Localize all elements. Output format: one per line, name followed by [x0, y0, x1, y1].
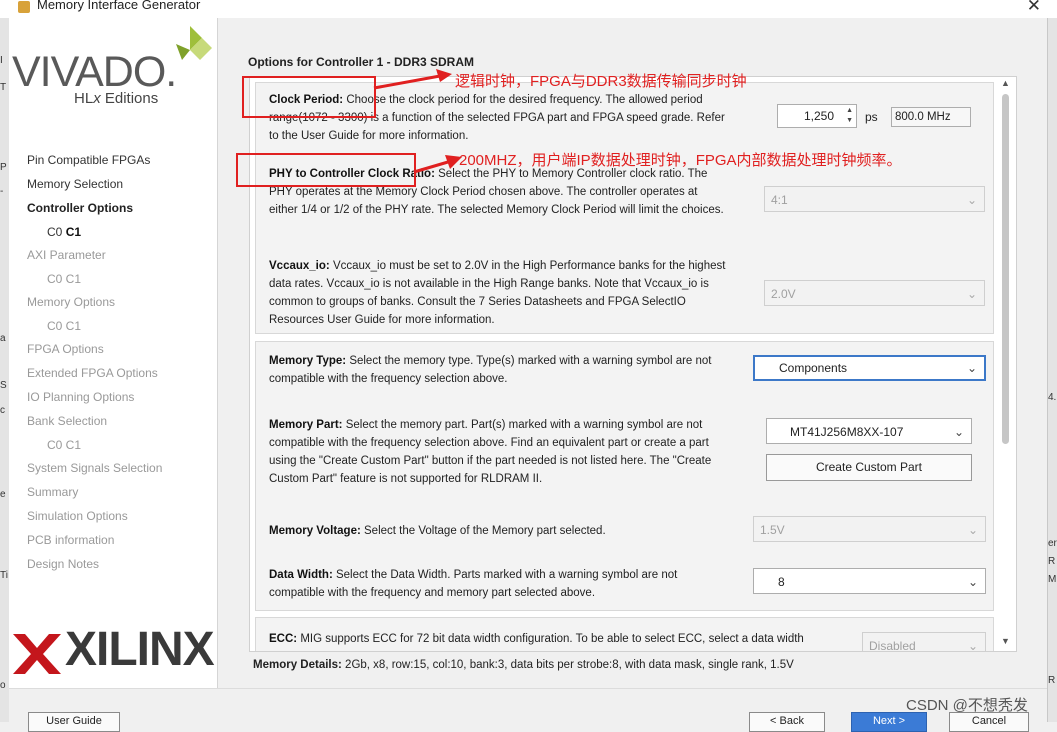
user-guide-button[interactable]: User Guide — [28, 712, 120, 732]
edge-fragment: e — [0, 489, 6, 500]
window-title: Memory Interface Generator — [37, 0, 201, 12]
edge-fragment: S — [0, 380, 7, 391]
spinner-arrows-icon[interactable]: ▲ ▼ — [846, 106, 853, 126]
chevron-down-icon: ⌄ — [953, 425, 964, 439]
close-icon[interactable]: ✕ — [1027, 0, 1041, 16]
vertical-scrollbar[interactable]: ▲ ▼ — [998, 76, 1014, 650]
nav-simulation-options[interactable]: Simulation Options — [27, 509, 162, 533]
back-button[interactable]: < Back — [749, 712, 825, 732]
edge-fragment: M — [1048, 574, 1057, 585]
edge-fragment: T — [0, 82, 7, 93]
next-button[interactable]: Next > — [851, 712, 927, 732]
edge-fragment: c — [0, 405, 5, 416]
clock-period-annotation: 逻辑时钟，FPGA与DDR3数据传输同步时钟 — [455, 73, 747, 90]
chevron-down-icon: ⌄ — [967, 523, 978, 537]
chevron-down-icon: ⌄ — [966, 361, 977, 375]
nav-summary[interactable]: Summary — [27, 485, 162, 509]
edge-fragment: - — [0, 186, 4, 197]
clock-period-unit: ps — [865, 110, 878, 124]
nav-memory-options-sub[interactable]: C0 C1 — [27, 319, 162, 342]
chevron-down-icon: ⌄ — [967, 575, 978, 589]
clock-frequency-readout: 800.0 MHz — [891, 107, 971, 127]
nav-pin-compatible-fpgas[interactable]: Pin Compatible FPGAs — [27, 153, 162, 177]
vivado-leaf-icon — [176, 26, 212, 60]
nav-axi-parameter-sub[interactable]: C0 C1 — [27, 272, 162, 295]
edge-fragment: er — [1048, 538, 1057, 549]
chevron-down-icon: ⌄ — [966, 287, 977, 301]
memory-type-select[interactable]: Components ⌄ — [753, 355, 986, 381]
memory-part-description: Memory Part: Select the memory part. Par… — [269, 419, 712, 485]
nav-extended-fpga-options[interactable]: Extended FPGA Options — [27, 366, 162, 390]
scroll-up-icon[interactable]: ▲ — [1001, 78, 1010, 88]
scroll-down-icon[interactable]: ▼ — [1001, 636, 1010, 646]
wizard-sidebar: VIVADO. HLx Editions Pin Compatible FPGA… — [9, 18, 218, 688]
nav-memory-options[interactable]: Memory Options — [27, 295, 162, 319]
scrollbar-thumb[interactable] — [1002, 94, 1009, 444]
nav-design-notes[interactable]: Design Notes — [27, 557, 162, 581]
vccaux-select[interactable]: 2.0V ⌄ — [764, 280, 985, 306]
cancel-button[interactable]: Cancel — [949, 712, 1029, 732]
edge-fragment: P — [0, 162, 7, 173]
memory-part-select[interactable]: MT41J256M8XX-107 ⌄ — [766, 418, 972, 444]
main-panel: Options for Controller 1 - DDR3 SDRAM Cl… — [218, 18, 1047, 688]
phy-ratio-highlight-box — [236, 153, 416, 187]
nav-system-signals-selection[interactable]: System Signals Selection — [27, 461, 162, 485]
ecc-description: ECC: MIG supports ECC for 72 bit data wi… — [269, 633, 804, 645]
chevron-down-icon: ⌄ — [966, 193, 977, 207]
phy-ratio-select[interactable]: 4:1 ⌄ — [764, 186, 985, 212]
edge-fragment: a — [0, 333, 6, 344]
edge-fragment: 4. — [1048, 392, 1057, 403]
edge-fragment: Ti — [0, 570, 8, 581]
data-width-select[interactable]: 8 ⌄ — [753, 568, 986, 594]
annotation-arrow-icon — [373, 69, 452, 90]
nav-pcb-information[interactable]: PCB information — [27, 533, 162, 557]
edge-fragment: R — [1048, 675, 1056, 686]
clock-period-highlight-box — [242, 76, 376, 118]
wizard-step-list: Pin Compatible FPGAs Memory Selection Co… — [27, 153, 162, 581]
clocking-group: Clock Period: Choose the clock period fo… — [255, 82, 994, 334]
memory-voltage-select[interactable]: 1.5V ⌄ — [753, 516, 986, 542]
edge-fragment: R — [1048, 556, 1056, 567]
edge-fragment: I — [0, 55, 3, 66]
ecc-select[interactable]: Disabled ⌄ — [862, 632, 986, 652]
ecc-group: ECC: MIG supports ECC for 72 bit data wi… — [255, 617, 994, 652]
xilinx-wordmark: XILINX — [65, 623, 215, 676]
memory-group: Memory Type: Select the memory type. Typ… — [255, 341, 994, 611]
phy-ratio-annotation: 200MHZ，用户端IP数据处理时钟，FPGA内部数据处理时钟频率。 — [459, 152, 902, 169]
nav-controller-options[interactable]: Controller Options — [27, 201, 162, 225]
watermark: CSDN @不想秃发 — [906, 697, 1028, 714]
app-icon — [18, 1, 30, 13]
nav-axi-parameter[interactable]: AXI Parameter — [27, 248, 162, 272]
nav-bank-selection[interactable]: Bank Selection — [27, 414, 162, 438]
nav-controller-options-sub[interactable]: C0 C1 — [27, 225, 162, 248]
title-bar: Memory Interface Generator ✕ — [0, 0, 1057, 18]
memory-type-description: Memory Type: Select the memory type. Typ… — [269, 355, 712, 385]
nav-memory-selection[interactable]: Memory Selection — [27, 177, 162, 201]
nav-fpga-options[interactable]: FPGA Options — [27, 342, 162, 366]
create-custom-part-button[interactable]: Create Custom Part — [766, 454, 972, 481]
nav-bank-selection-sub[interactable]: C0 C1 — [27, 438, 162, 461]
memory-details: Memory Details: 2Gb, x8, row:15, col:10,… — [253, 659, 794, 671]
clock-period-spinner[interactable]: 1,250 ▲ ▼ — [777, 104, 857, 128]
memory-voltage-description: Memory Voltage: Select the Voltage of th… — [269, 525, 606, 537]
hlx-editions-text: HLx Editions — [74, 90, 159, 107]
edge-fragment: o — [0, 680, 6, 691]
data-width-description: Data Width: Select the Data Width. Parts… — [269, 569, 678, 599]
xilinx-x-icon — [13, 634, 61, 674]
chevron-down-icon: ⌄ — [967, 639, 978, 652]
vccaux-description: Vccaux_io: Vccaux_io must be set to 2.0V… — [269, 260, 726, 326]
background-window-edge-right — [1047, 18, 1057, 722]
wizard-footer: User Guide < Back Next > Cancel — [9, 688, 1047, 732]
nav-io-planning-options[interactable]: IO Planning Options — [27, 390, 162, 414]
